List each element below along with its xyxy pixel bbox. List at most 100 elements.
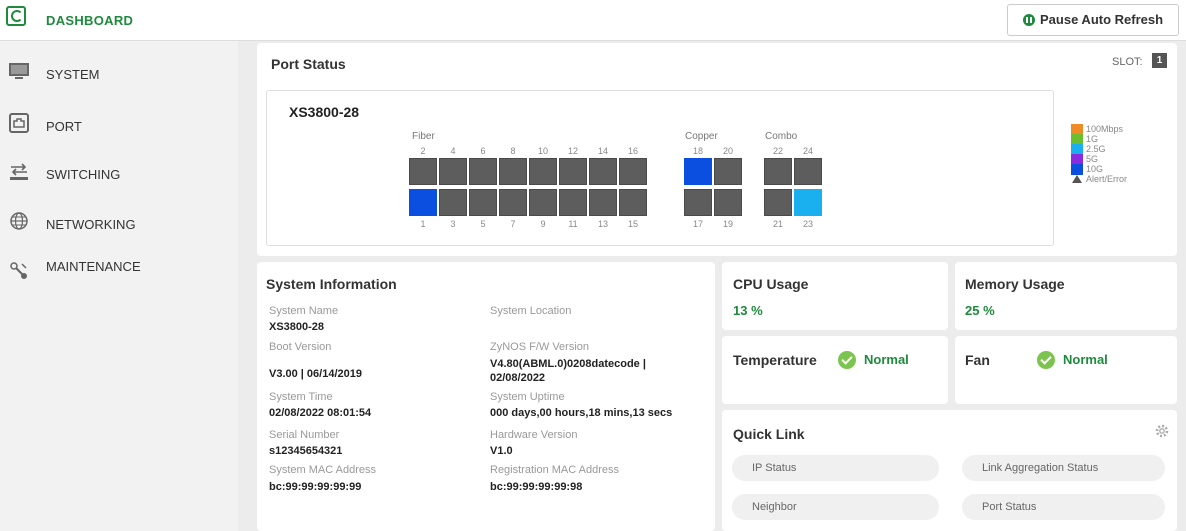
port-15[interactable] xyxy=(619,189,647,216)
port-number-22: 22 xyxy=(772,146,783,156)
port-13[interactable] xyxy=(589,189,617,216)
cpu-usage-panel: CPU Usage 13 % xyxy=(722,262,948,330)
port-21[interactable] xyxy=(764,189,792,216)
port-12[interactable] xyxy=(559,158,587,185)
legend-label: 5G xyxy=(1086,154,1099,164)
port-9[interactable] xyxy=(529,189,557,216)
pause-auto-refresh-label: Pause Auto Refresh xyxy=(1040,12,1164,27)
sidebar-item-maintenance[interactable]: MAINTENANCE xyxy=(0,251,238,295)
port-3[interactable] xyxy=(439,189,467,216)
port-number-4: 4 xyxy=(450,146,456,156)
group-label-fiber: Fiber xyxy=(412,131,435,142)
legend-label: 2.5G xyxy=(1086,144,1106,154)
check-circle-icon xyxy=(1037,351,1055,369)
sidebar-item-system[interactable]: SYSTEM xyxy=(0,51,238,95)
port-number-12: 12 xyxy=(567,146,578,156)
temperature-status: Normal xyxy=(864,352,909,367)
port-20[interactable] xyxy=(714,158,742,185)
sidebar-item-switching[interactable]: SWITCHING xyxy=(0,151,238,195)
registration-mac-value: bc:99:99:99:99:98 xyxy=(490,481,583,493)
quick-link-port-status[interactable]: Port Status xyxy=(962,494,1165,520)
port-2[interactable] xyxy=(409,158,437,185)
monitor-icon xyxy=(9,63,29,79)
hardware-version-label: Hardware Version xyxy=(490,429,578,441)
switching-icon xyxy=(10,163,28,180)
dashboard-link[interactable]: DASHBOARD xyxy=(46,13,133,28)
port-4[interactable] xyxy=(439,158,467,185)
port-22[interactable] xyxy=(764,158,792,185)
slot-number[interactable]: 1 xyxy=(1152,53,1167,68)
cpu-usage-value: 13 % xyxy=(733,303,763,318)
group-label-copper: Copper xyxy=(685,131,718,142)
check-circle-icon xyxy=(838,351,856,369)
system-information-title: System Information xyxy=(266,276,397,292)
sidebar-item-port[interactable]: PORT xyxy=(0,103,238,147)
sidebar-item-label: PORT xyxy=(46,119,82,134)
system-uptime-label: System Uptime xyxy=(490,391,565,403)
port-number-17: 17 xyxy=(692,219,703,229)
cpu-usage-title: CPU Usage xyxy=(733,276,809,292)
port-status-title: Port Status xyxy=(271,56,346,72)
system-time-label: System Time xyxy=(269,391,333,403)
port-10[interactable] xyxy=(529,158,557,185)
port-number-18: 18 xyxy=(692,146,703,156)
port-number-19: 19 xyxy=(722,219,733,229)
port-23[interactable] xyxy=(794,189,822,216)
system-time-value: 02/08/2022 08:01:54 xyxy=(269,407,372,419)
port-icon xyxy=(9,113,29,133)
system-uptime-value: 000 days,00 hours,18 mins,13 secs xyxy=(490,407,673,419)
port-1[interactable] xyxy=(409,189,437,216)
port-number-9: 9 xyxy=(540,219,546,229)
port-number-16: 16 xyxy=(627,146,638,156)
dashboard-icon[interactable] xyxy=(6,6,26,26)
system-location-label: System Location xyxy=(490,305,572,317)
legend-label: Alert/Error xyxy=(1086,174,1128,184)
fw-version-value-line1: V4.80(ABML.0)0208datecode | xyxy=(490,358,646,370)
port-number-6: 6 xyxy=(480,146,486,156)
port-11[interactable] xyxy=(559,189,587,216)
quick-link-title: Quick Link xyxy=(733,426,805,442)
quick-link-link-aggregation-status[interactable]: Link Aggregation Status xyxy=(962,455,1165,481)
sidebar-item-label: SWITCHING xyxy=(46,167,121,182)
legend-swatch xyxy=(1071,164,1083,175)
port-number-20: 20 xyxy=(722,146,733,156)
sidebar-item-networking[interactable]: NETWORKING xyxy=(0,201,238,245)
pause-auto-refresh-button[interactable]: Pause Auto Refresh xyxy=(1007,4,1179,36)
alert-icon xyxy=(1072,175,1082,183)
port-18[interactable] xyxy=(684,158,712,185)
quick-link-neighbor[interactable]: Neighbor xyxy=(732,494,939,520)
port-number-8: 8 xyxy=(510,146,516,156)
fan-status: Normal xyxy=(1063,352,1108,367)
port-19[interactable] xyxy=(714,189,742,216)
fan-title: Fan xyxy=(965,352,990,368)
port-number-21: 21 xyxy=(772,219,783,229)
port-number-15: 15 xyxy=(627,219,638,229)
memory-usage-title: Memory Usage xyxy=(965,276,1065,292)
sidebar-item-label: SYSTEM xyxy=(46,67,100,82)
port-17[interactable] xyxy=(684,189,712,216)
memory-usage-panel: Memory Usage 25 % xyxy=(955,262,1177,330)
temperature-panel: Temperature Normal xyxy=(722,336,948,404)
port-8[interactable] xyxy=(499,158,527,185)
port-14[interactable] xyxy=(589,158,617,185)
fw-version-label: ZyNOS F/W Version xyxy=(490,341,590,353)
boot-version-label: Boot Version xyxy=(269,341,332,353)
port-7[interactable] xyxy=(499,189,527,216)
fw-version-value-line2: 02/08/2022 xyxy=(490,372,546,384)
sidebar: SYSTEM PORT SWITCHING NETWORKING MAINTEN… xyxy=(0,41,238,531)
port-5[interactable] xyxy=(469,189,497,216)
port-number-1: 1 xyxy=(420,219,426,229)
port-number-24: 24 xyxy=(802,146,813,156)
port-6[interactable] xyxy=(469,158,497,185)
port-24[interactable] xyxy=(794,158,822,185)
legend-label: 10G xyxy=(1086,164,1104,174)
port-panel-frame: XS3800-28 Fiber Copper Combo 2 4 6 8 10 12 14 1… xyxy=(266,90,1054,246)
port-16[interactable] xyxy=(619,158,647,185)
gear-icon[interactable] xyxy=(1155,424,1169,438)
system-mac-label: System MAC Address xyxy=(269,464,376,476)
quick-link-ip-status[interactable]: IP Status xyxy=(732,455,939,481)
legend-label: 100Mbps xyxy=(1086,124,1124,134)
system-name-label: System Name xyxy=(269,305,339,317)
maintenance-icon xyxy=(10,262,27,279)
hardware-version-value: V1.0 xyxy=(490,445,513,457)
